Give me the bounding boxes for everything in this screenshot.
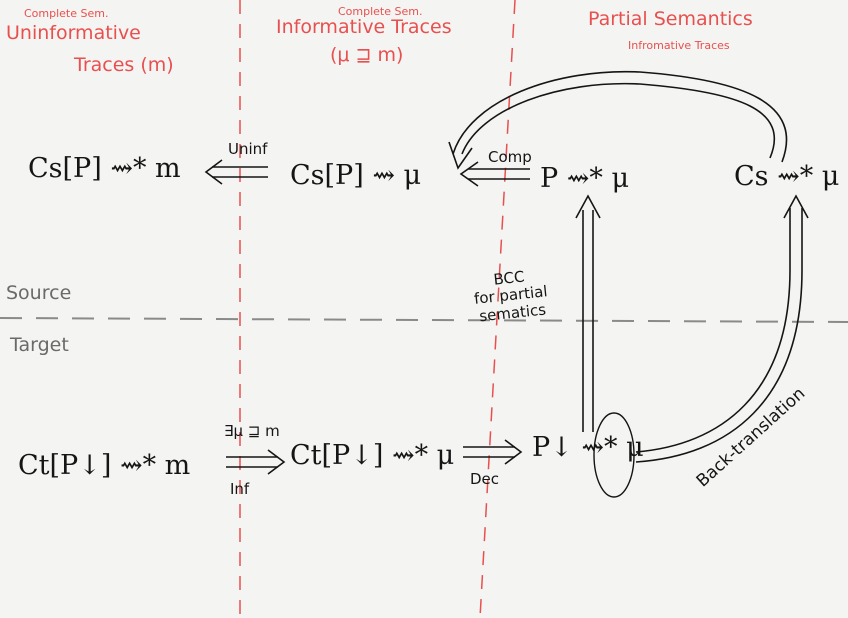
inf-top-label: ∃μ ⊒ m <box>224 422 280 440</box>
target-formula-2: Ct[P↓] ⇝* μ <box>290 440 455 471</box>
dec-double-arrow <box>463 439 523 465</box>
comp-label: Comp <box>488 148 532 166</box>
col1-title-line1: Uninformative <box>6 22 141 44</box>
target-formula-1: Ct[P↓] ⇝* m <box>18 450 191 481</box>
target-label: Target <box>10 334 69 356</box>
dec-label: Dec <box>470 470 500 488</box>
bcc-double-arrow <box>575 194 601 432</box>
col1-title-line2: Traces (m) <box>74 54 174 76</box>
source-formula-4: Cs ⇝* μ <box>734 161 840 192</box>
source-formula-1: Cs[P] ⇝* m <box>28 153 181 184</box>
col1-small-label: Complete Sem. <box>24 7 109 20</box>
diagram-canvas: Complete Sem. Uninformative Traces (m) C… <box>0 0 848 618</box>
source-label: Source <box>6 282 72 304</box>
bcc-label: BCC for partial sematics <box>471 266 550 325</box>
col3-title: Partial Semantics <box>588 8 753 30</box>
source-formula-3: P ⇝* μ <box>540 163 630 194</box>
inf-bottom-label: Inf <box>230 480 250 498</box>
diagram-lines <box>0 0 848 618</box>
source-formula-2: Cs[P] ⇝ μ <box>290 160 422 191</box>
uninf-label: Uninf <box>228 140 268 158</box>
source-target-divider <box>0 317 848 323</box>
target-formula-3: P↓ ⇝* μ <box>532 432 644 463</box>
inf-double-arrow <box>226 449 286 475</box>
col3-small-label: Infromative Traces <box>628 39 730 52</box>
uninf-double-arrow <box>204 159 268 185</box>
col2-title-line2: (μ ⊒ m) <box>330 44 404 66</box>
col2-title-line1: Informative Traces <box>276 16 452 38</box>
